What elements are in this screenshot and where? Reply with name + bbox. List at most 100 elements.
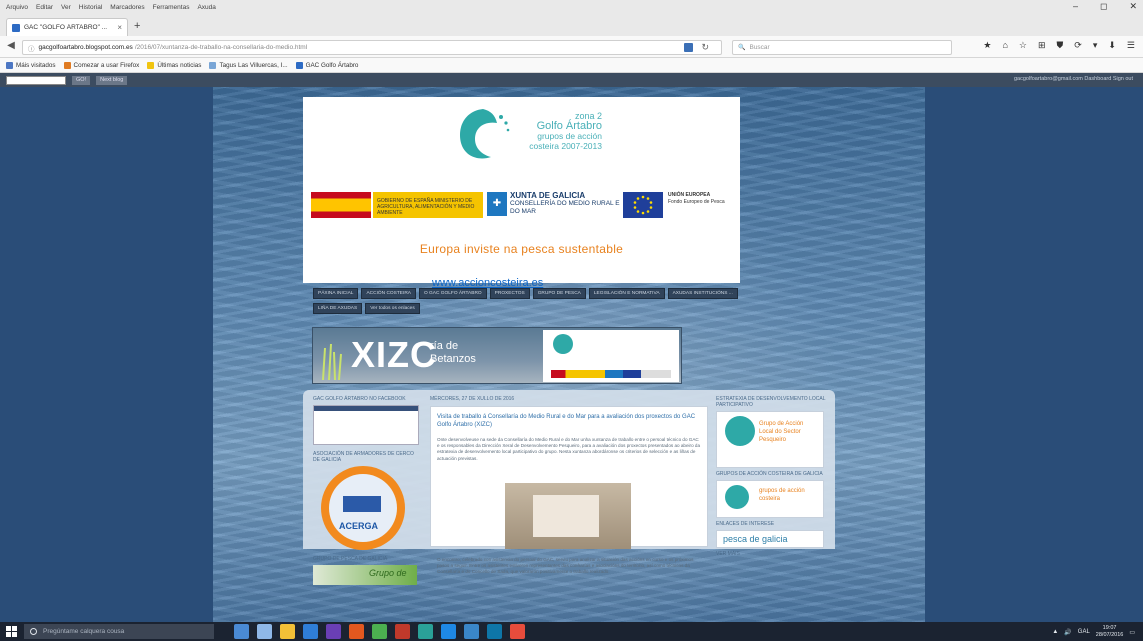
menu-edit[interactable]: Editar — [36, 4, 53, 11]
firefox-taskbar-icon[interactable] — [349, 624, 364, 639]
eu-logo-text: UNIÓN EUROPEA Fondo Europeo de Pesca — [668, 192, 736, 206]
menu-view[interactable]: Ver — [61, 4, 71, 11]
widget-heading: VER MÁIS — [716, 551, 740, 557]
site-info-icon[interactable]: ⓘ — [28, 43, 35, 53]
blog-search-input[interactable] — [6, 75, 66, 85]
bookmark-label: GAC Golfo Ártabro — [305, 61, 359, 69]
nav-tab-all-links[interactable]: Ver todos os enlaces — [365, 303, 420, 314]
bookmark-icon — [209, 61, 217, 69]
photo-document — [533, 495, 599, 537]
post-photo[interactable] — [505, 483, 631, 549]
header-banner[interactable]: zona 2 Golfo Ártabro grupos de acción co… — [303, 97, 740, 289]
post-title-link[interactable]: Visita de traballo á Consellaría do Medi… — [437, 413, 701, 429]
menu-file[interactable]: Arquivo — [6, 4, 28, 11]
grupo-pesca-banner[interactable]: Grupo de — [313, 565, 417, 585]
gac-logo-link[interactable]: grupos de acción costeira — [716, 480, 824, 518]
bookmark-gac[interactable]: GAC Golfo Ártabro — [295, 61, 359, 69]
spain-flag-icon — [311, 192, 371, 218]
bookmark-most-visited[interactable]: Máis visitados — [6, 61, 56, 69]
bookmark-getting-started[interactable]: Comezar a usar Firefox — [63, 61, 139, 69]
task-view-icon[interactable] — [234, 624, 249, 639]
blog-body: GAC GOLFO ÁRTABRO NO FACEBOOK ASOCIACIÓN… — [303, 390, 835, 585]
pocket-icon[interactable]: ⛊ — [1057, 40, 1064, 51]
blogger-account-links[interactable]: gacgolfoartabro@gmail.com Dashboard Sign… — [1014, 76, 1133, 82]
menu-bookmarks[interactable]: Marcadores — [110, 4, 144, 11]
word-icon[interactable] — [441, 624, 456, 639]
search-input[interactable]: 🔍 Buscar — [732, 40, 952, 55]
blogger-navbar: GO! Next blog gacgolfoartabro@gmail.com … — [0, 73, 1143, 87]
gal-line3: grupos de acción — [537, 131, 602, 141]
pesca-galicia-label: pesca de galicia — [723, 534, 788, 544]
home-icon[interactable]: ⌂ — [1002, 40, 1007, 51]
app-icon[interactable] — [326, 624, 341, 639]
edge-icon[interactable] — [257, 624, 272, 639]
reader-view-icon[interactable] — [684, 43, 693, 52]
windows-start-icon[interactable] — [6, 626, 17, 637]
banner-url-link[interactable]: www.accioncosteira.es — [432, 278, 543, 289]
maximize-button[interactable]: ◻ — [1100, 1, 1107, 12]
notifications-icon[interactable]: ▭ — [1129, 629, 1135, 636]
menu-history[interactable]: Historial — [79, 4, 102, 11]
toolbar-icons: ★ ⌂ ☆ ⊞ ⛊ ⟳ ▾ ⬇ ☰ — [983, 40, 1135, 51]
app-icon[interactable] — [510, 624, 525, 639]
volume-icon[interactable]: 🔊 — [1064, 629, 1071, 636]
app-icon[interactable] — [372, 624, 387, 639]
next-blog-button[interactable]: Next blog — [96, 75, 128, 85]
xizc-ria-betanzos-banner[interactable]: XIZC ría de Betanzos — [312, 327, 682, 384]
close-window-button[interactable]: ✕ — [1129, 1, 1137, 12]
menu-help[interactable]: Axuda — [197, 4, 215, 11]
network-icon[interactable]: ▲ — [1052, 629, 1058, 635]
url-host: gacgolfoartabro.blogspot.com.es — [38, 44, 133, 51]
facebook-widget[interactable] — [313, 405, 419, 445]
gal-local-logo-link[interactable]: Grupo de Acción Local do Sector Pesqueir… — [716, 411, 824, 468]
tab-gac-golfo-artabro[interactable]: GAC "GOLFO ÁRTABRO" ... × — [6, 18, 128, 36]
eu-subtitle: Fondo Europeo de Pesca — [668, 199, 725, 205]
right-sidebar: ESTRATEXIA DE DESENVOLVEMENTO LOCAL PART… — [716, 396, 826, 560]
back-button[interactable]: ◀ — [4, 40, 18, 51]
clock[interactable]: 19:07 28/07/2016 — [1096, 625, 1124, 639]
widget-heading: ENLACES DE INTERESE — [716, 521, 775, 527]
blog-pages-nav: PÁXINA INICIAL ACCIÓN COSTEIRA O GAC GOL… — [313, 288, 818, 318]
nav-tab-legislation[interactable]: LEGISLACIÓN E NORMATIVA — [588, 288, 665, 299]
gac-logo-icon — [725, 485, 749, 509]
grupo-label: Grupo de — [369, 568, 407, 578]
blog-search-button[interactable]: GO! — [72, 75, 91, 85]
acrobat-icon[interactable] — [395, 624, 410, 639]
tab-close-icon[interactable]: × — [117, 23, 122, 32]
url-bar[interactable]: ⓘ gacgolfoartabro.blogspot.com.es /2016/… — [22, 40, 722, 55]
gal-mini-logo-icon — [553, 334, 573, 354]
store-icon[interactable] — [303, 624, 318, 639]
minimize-button[interactable]: – — [1073, 1, 1078, 12]
app-icon[interactable] — [487, 624, 502, 639]
new-tab-button[interactable]: + — [134, 20, 140, 32]
nav-tab-home[interactable]: PÁXINA INICIAL — [313, 288, 359, 299]
nav-tab-accion-costeira[interactable]: ACCIÓN COSTEIRA — [361, 288, 416, 299]
app-icon[interactable] — [418, 624, 433, 639]
download-icon[interactable]: ⬇ — [1108, 40, 1116, 51]
menu-bar: Arquivo Editar Ver Historial Marcadores … — [0, 0, 1143, 14]
nav-tab-grants[interactable]: LIÑA DE AXUDAS — [313, 303, 363, 314]
xizc-subtitle: ría de Betanzos — [430, 340, 476, 366]
bookmark-latest-news[interactable]: Últimas noticias — [147, 61, 201, 69]
sync-icon[interactable]: ⟳ — [1074, 40, 1082, 51]
bookmarks-list-icon[interactable]: ☆ — [1019, 40, 1027, 51]
acerga-logo-link[interactable]: ACERGA — [313, 466, 417, 550]
nav-tab-gac[interactable]: O GAC GOLFO ÁRTABRO — [418, 288, 487, 299]
menu-tools[interactable]: Ferramentas — [153, 4, 190, 11]
dropdown-icon[interactable]: ▾ — [1093, 40, 1098, 51]
sponsor-logos: GOBIERNO DE ESPAÑA MINISTERIO DE AGRICUL… — [311, 190, 736, 222]
bookmark-star-icon[interactable]: ★ — [983, 40, 991, 51]
file-explorer-icon[interactable] — [280, 624, 295, 639]
blogger-favicon-icon — [12, 23, 20, 32]
language-indicator[interactable]: GAL — [1078, 629, 1090, 635]
pesca-galicia-link[interactable]: pesca de galicia — [716, 530, 824, 548]
nav-tab-projects[interactable]: PROXECTOS — [489, 288, 530, 299]
nav-tab-institutions[interactable]: AXUDAS INSTITUCIÓNS ... — [667, 288, 738, 299]
hamburger-menu-icon[interactable]: ☰ — [1127, 40, 1135, 51]
bookmark-tagus[interactable]: Tagus Las Villuercas, I... — [209, 61, 288, 69]
taskbar-search-input[interactable]: Pregúntame calquera cousa — [24, 624, 214, 639]
reload-icon[interactable]: ↻ — [701, 42, 709, 53]
library-icon[interactable]: ⊞ — [1038, 40, 1046, 51]
nav-tab-fishing-group[interactable]: GRUPO DE PESCA — [532, 288, 586, 299]
app-icon[interactable] — [464, 624, 479, 639]
